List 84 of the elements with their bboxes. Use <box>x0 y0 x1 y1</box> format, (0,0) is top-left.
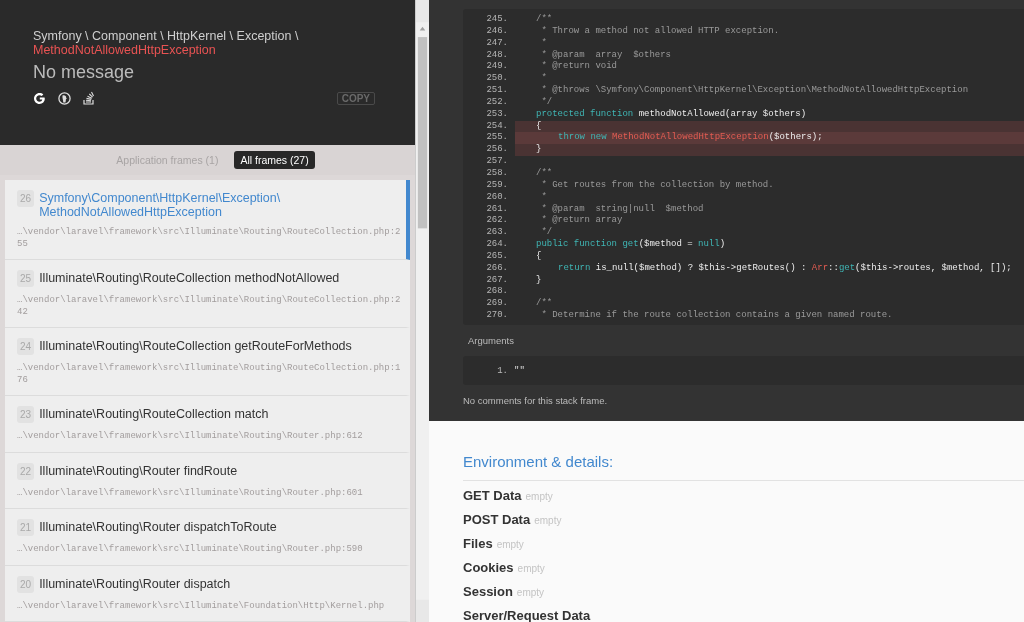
exception-message: No message <box>33 61 136 83</box>
environment-heading: Environment & details: <box>463 452 1024 481</box>
code-line: return is_null($method) ? $this->getRoutes() : Arr::get($this->routes, $method, []); <box>557 262 1013 275</box>
frame-number: 24 <box>17 338 35 355</box>
frame-file-path: …\vendor\laravel\framework\src\Illuminate\Routing\Router.php:601 <box>17 487 364 499</box>
line-number: 268. <box>485 286 508 299</box>
arguments-title: Arguments <box>468 334 514 346</box>
frame-file-path: …\vendor\laravel\framework\src\Illuminate\Routing\RouteCollection.php:176 <box>17 363 402 386</box>
code-line: /** <box>535 167 554 180</box>
line-number: 249. <box>485 61 508 74</box>
frame-title: Illuminate\Routing\Router dispatchToRoute <box>39 519 277 534</box>
line-number: 260. <box>485 191 508 204</box>
line-number: 252. <box>485 96 508 109</box>
line-number: 254. <box>485 120 508 133</box>
exception-namespace: Symfony \ Component \ HttpKernel \ Exception \ <box>33 29 300 43</box>
stack-icon[interactable] <box>83 91 95 105</box>
code-line: * @param string|null $method <box>540 203 705 215</box>
frame-file-path: …\vendor\laravel\framework\src\Illuminate\Routing\Router.php:590 <box>17 544 364 556</box>
line-number: 269. <box>485 298 508 311</box>
code-line: */ <box>540 227 554 239</box>
code-line: protected function methodNotAllowed(array $others) <box>535 108 808 121</box>
line-number: 246. <box>485 25 508 38</box>
code-line: * Throw a method not allowed HTTP exception. <box>540 25 781 38</box>
code-line: * <box>540 37 548 50</box>
code-line: * @return array <box>540 215 624 227</box>
line-number: 258. <box>485 167 508 180</box>
code-line: * @throws \Symfony\Component\HttpKernel\Exception\MethodNotAllowedHttpException <box>540 85 970 97</box>
section-label[interactable]: POST Data <box>463 510 531 529</box>
section-label[interactable]: Server/Request Data <box>463 606 591 622</box>
frame-number: 21 <box>17 519 35 536</box>
line-number: 247. <box>485 37 508 50</box>
code-line: * Get routes from the collection by method. <box>540 179 775 192</box>
g-logo-icon[interactable] <box>33 91 46 105</box>
frame-number: 23 <box>17 406 35 423</box>
frame-file-path: …\vendor\laravel\framework\src\Illuminate\Routing\RouteCollection.php:255 <box>17 227 402 250</box>
frame-file-path: …\vendor\laravel\framework\src\Illuminate\Routing\RouteCollection.php:242 <box>17 295 402 318</box>
code-line: * Determine if the route collection contains a given named route. <box>540 310 894 322</box>
frame-file-path: …\vendor\laravel\framework\src\Illuminate\Routing\Router.php:612 <box>17 431 364 443</box>
line-number: 253. <box>485 108 508 121</box>
code-line: * <box>540 73 548 85</box>
code-line: * @return void <box>540 61 618 73</box>
argument-number: 1. <box>496 365 508 376</box>
frame-title: Illuminate\Routing\RouteCollection methodNotAllowed <box>39 270 340 285</box>
argument-value: "" <box>514 365 525 376</box>
line-number: 266. <box>485 262 508 275</box>
line-number: 270. <box>485 310 508 322</box>
line-number: 256. <box>485 144 508 157</box>
code-line: public function get($method = null) <box>535 239 727 251</box>
frame-filter-tab[interactable]: All frames (27) <box>234 151 315 169</box>
code-line: * <box>540 191 548 204</box>
frame-title: Symfony\Component\HttpKernel\Exception\MethodNotAllowedHttpException <box>39 190 282 219</box>
line-number: 255. <box>485 132 508 145</box>
code-line: { <box>535 250 543 263</box>
line-number: 250. <box>485 73 508 86</box>
code-line: * @param array $others <box>540 49 673 61</box>
frame-title: Illuminate\Routing\RouteCollection match <box>39 406 269 421</box>
line-number: 259. <box>485 179 508 192</box>
scrollbar[interactable] <box>415 0 429 622</box>
line-number: 261. <box>485 203 508 216</box>
exception-class: MethodNotAllowedHttpException <box>33 43 217 57</box>
code-line: } <box>535 274 543 287</box>
section-label[interactable]: GET Data <box>463 486 522 505</box>
line-number: 265. <box>485 250 508 263</box>
code-line: */ <box>540 96 554 109</box>
line-number: 264. <box>485 239 508 251</box>
line-number: 257. <box>485 156 508 168</box>
line-number: 267. <box>485 274 508 287</box>
frame-title: Illuminate\Routing\RouteCollection getRouteForMethods <box>39 338 352 353</box>
frame-number: 22 <box>17 462 35 480</box>
frame-title: Illuminate\Routing\Router dispatch <box>39 575 231 591</box>
line-number: 248. <box>485 49 508 62</box>
code-line: /** <box>535 298 554 310</box>
comments-text: No comments for this stack frame. <box>463 394 608 406</box>
line-number: 263. <box>485 227 508 240</box>
line-number: 251. <box>485 85 508 97</box>
section-label[interactable]: Session <box>463 582 513 601</box>
line-number: 245. <box>485 14 508 26</box>
frame-file-path: …\vendor\laravel\framework\src\Illuminate\Foundation\Http\Kernel.php <box>17 600 386 612</box>
code-line: /** <box>535 14 554 26</box>
section-label[interactable]: Files <box>463 534 493 553</box>
section-label[interactable]: Cookies <box>463 558 514 577</box>
duck-circle-icon[interactable] <box>58 91 71 105</box>
frame-title: Illuminate\Routing\Router findRoute <box>39 462 238 478</box>
line-number: 262. <box>485 215 508 228</box>
